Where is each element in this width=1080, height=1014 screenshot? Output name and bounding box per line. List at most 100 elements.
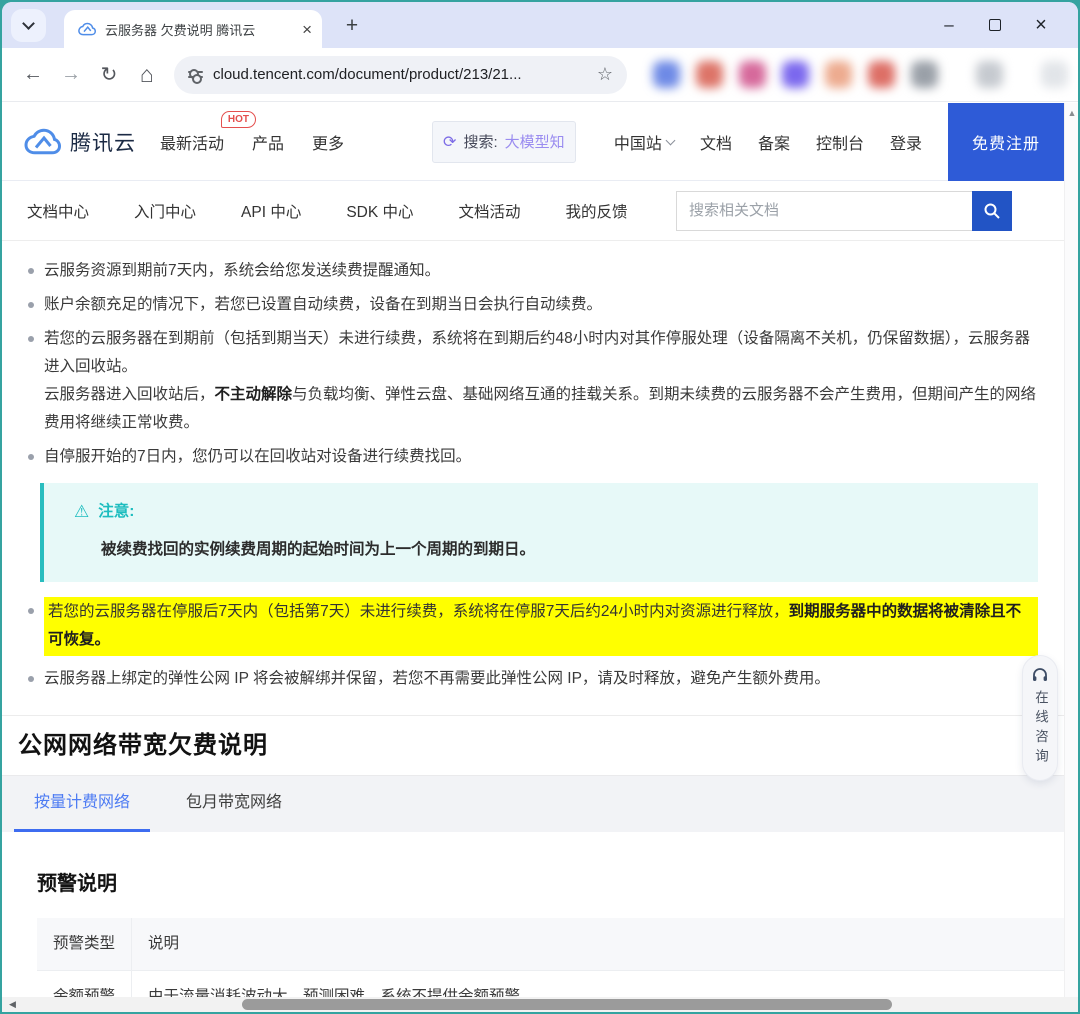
highlighted-text: 若您的云服务器在停服后7天内（包括第7天）未进行续费，系统将在停服7天后约24小… xyxy=(44,597,1038,656)
doc-search xyxy=(676,190,1012,231)
vertical-scrollbar[interactable]: ▲ xyxy=(1064,103,1078,1012)
url-bar[interactable]: cloud.tencent.com/document/product/213/2… xyxy=(174,55,627,94)
nav-item-products[interactable]: 产品 xyxy=(252,130,284,154)
doc-nav-my-feedback[interactable]: 我的反馈 xyxy=(566,200,628,222)
table-header-row: 预警类型 说明 xyxy=(37,918,1064,971)
browser-tab[interactable]: 云服务器 欠费说明 腾讯云 × xyxy=(64,10,322,48)
url-text[interactable]: cloud.tencent.com/document/product/213/2… xyxy=(213,66,587,83)
maximize-icon xyxy=(989,19,1001,31)
tencent-cloud-logo[interactable]: 腾讯云 xyxy=(24,127,136,157)
header-search-box[interactable]: ⟳ 搜索: 大模型知... xyxy=(432,120,577,163)
consult-label: 在线咨询 xyxy=(1033,690,1048,768)
logo-text[interactable]: 腾讯云 xyxy=(70,127,136,157)
site-info-icon[interactable] xyxy=(188,69,203,84)
hot-badge: HOT xyxy=(220,110,257,128)
bullet-list: 若您的云服务器在停服后7天内（包括第7天）未进行续费，系统将在停服7天后约24小… xyxy=(27,597,1038,693)
extension-icon[interactable] xyxy=(782,61,809,88)
bullet-icon xyxy=(28,336,34,342)
bullet-icon xyxy=(28,302,34,308)
bullet-icon xyxy=(28,268,34,274)
back-icon[interactable]: ← xyxy=(14,56,52,94)
doc-nav-doc-activity[interactable]: 文档活动 xyxy=(459,200,521,222)
search-refresh-icon[interactable]: ⟳ xyxy=(443,132,456,152)
divider xyxy=(2,715,1064,716)
tab-monthly-bandwidth[interactable]: 包月带宽网络 xyxy=(166,776,302,832)
doc-nav: 文档中心 入门中心 API 中心 SDK 中心 文档活动 我的反馈 xyxy=(2,181,1064,241)
horizontal-scrollbar-thumb[interactable] xyxy=(242,999,892,1010)
reload-icon[interactable]: ↻ xyxy=(90,56,128,94)
extension-icon[interactable] xyxy=(696,61,723,88)
extension-icon[interactable] xyxy=(976,61,1003,88)
extension-icon[interactable] xyxy=(825,61,852,88)
header-right-nav: 中国站 文档 备案 控制台 登录 xyxy=(614,130,922,154)
free-register-button[interactable]: 免费注册 xyxy=(948,103,1064,181)
bookmark-star-icon[interactable]: ☆ xyxy=(597,64,613,85)
list-item: 账户余额充足的情况下，若您已设置自动续费，设备在到期当日会执行自动续费。 xyxy=(27,291,1038,319)
section-title: 公网网络带宽欠费说明 xyxy=(18,732,268,759)
tab-title: 云服务器 欠费说明 腾讯云 xyxy=(105,22,256,38)
nav-item-docs[interactable]: 文档 xyxy=(700,130,732,154)
minimize-button[interactable]: – xyxy=(926,2,972,48)
nav-item-activities[interactable]: 最新活动 HOT xyxy=(160,110,257,154)
nav-item-more[interactable]: 更多 xyxy=(312,130,344,154)
list-item-highlighted: 若您的云服务器在停服后7天内（包括第7天）未进行续费，系统将在停服7天后约24小… xyxy=(27,597,1038,656)
headset-icon xyxy=(1032,668,1048,683)
notice-box: ⚠ 注意: 被续费找回的实例续费周期的起始时间为上一个周期的到期日。 xyxy=(40,483,1038,582)
bullet-list: 云服务资源到期前7天内，系统会给您发送续费提醒通知。 账户余额充足的情况下，若您… xyxy=(27,257,1038,471)
close-window-button[interactable]: × xyxy=(1018,2,1064,48)
scroll-left-icon[interactable]: ◀ xyxy=(9,999,16,1010)
favicon-cloud-icon xyxy=(78,22,96,36)
browser-window: 云服务器 欠费说明 腾讯云 × + – × ← → ↻ ⌂ cloud.tenc… xyxy=(2,2,1078,1012)
article: 云服务资源到期前7天内，系统会给您发送续费提醒通知。 账户余额充足的情况下，若您… xyxy=(2,241,1064,1012)
doc-search-input[interactable] xyxy=(676,190,972,231)
pricing-tab-bar: 按量计费网络 包月带宽网络 xyxy=(2,775,1064,832)
extension-icon[interactable] xyxy=(739,61,766,88)
new-tab-button[interactable]: + xyxy=(336,11,368,41)
maximize-button[interactable] xyxy=(972,2,1018,48)
tab-search-button[interactable] xyxy=(11,9,46,42)
page-content: 腾讯云 最新活动 HOT 产品 更多 ⟳ 搜索: 大模型知... xyxy=(2,103,1064,1012)
doc-nav-getting-started[interactable]: 入门中心 xyxy=(134,200,196,222)
main-nav: 最新活动 HOT 产品 更多 xyxy=(160,110,344,154)
tab-pay-as-you-go[interactable]: 按量计费网络 xyxy=(14,776,151,832)
notice-body: 被续费找回的实例续费周期的起始时间为上一个周期的到期日。 xyxy=(101,541,536,558)
doc-nav-api-center[interactable]: API 中心 xyxy=(241,200,301,222)
doc-search-button[interactable] xyxy=(972,190,1012,231)
forward-icon[interactable]: → xyxy=(52,56,90,94)
site-header: 腾讯云 最新活动 HOT 产品 更多 ⟳ 搜索: 大模型知... xyxy=(2,103,1064,181)
bullet-icon xyxy=(28,608,34,614)
notice-title: 注意: xyxy=(98,503,135,520)
online-consult-widget[interactable]: 在线咨询 xyxy=(1022,655,1058,781)
tab-close-icon[interactable]: × xyxy=(302,21,312,38)
bullet-icon xyxy=(28,454,34,460)
subsection-title: 预警说明 xyxy=(37,873,117,895)
magnifier-icon xyxy=(984,203,1000,219)
extension-icon[interactable] xyxy=(653,61,680,88)
chevron-down-icon xyxy=(665,135,676,145)
extension-icon[interactable] xyxy=(868,61,895,88)
extension-icons xyxy=(653,61,1068,88)
page-viewport: ▲ 腾讯云 最新活动 HOT 产品 更多 ⟳ 搜索: 大模型知 中国站 文档 备… xyxy=(2,103,1078,1012)
horizontal-scrollbar[interactable]: ◀ xyxy=(2,997,1078,1012)
scroll-up-icon[interactable]: ▲ xyxy=(1065,108,1078,118)
list-item: 若您的云服务器在到期前（包括到期当天）未进行续费，系统将在到期后约48小时内对其… xyxy=(27,325,1038,437)
column-header: 说明 xyxy=(131,918,1064,971)
nav-item-console[interactable]: 控制台 xyxy=(816,130,864,154)
list-item: 云服务资源到期前7天内，系统会给您发送续费提醒通知。 xyxy=(27,257,1038,285)
extension-icon[interactable] xyxy=(1041,61,1068,88)
doc-nav-doc-center[interactable]: 文档中心 xyxy=(27,200,89,222)
column-header: 预警类型 xyxy=(37,918,133,971)
window-controls: – × xyxy=(926,2,1064,48)
list-item: 自停服开始的7日内，您仍可以在回收站对设备进行续费找回。 xyxy=(27,443,1038,471)
browser-toolbar: ← → ↻ ⌂ cloud.tencent.com/document/produ… xyxy=(2,48,1078,102)
nav-item-login[interactable]: 登录 xyxy=(890,130,922,154)
nav-item-beian[interactable]: 备案 xyxy=(758,130,790,154)
nav-item-china-site[interactable]: 中国站 xyxy=(614,130,676,154)
search-label: 搜索: xyxy=(463,134,498,151)
bullet-icon xyxy=(28,676,34,682)
extension-icon[interactable] xyxy=(911,61,938,88)
cloud-logo-icon xyxy=(24,128,62,155)
warning-icon: ⚠ xyxy=(74,502,90,521)
doc-nav-sdk-center[interactable]: SDK 中心 xyxy=(346,200,413,222)
home-icon[interactable]: ⌂ xyxy=(128,56,166,94)
